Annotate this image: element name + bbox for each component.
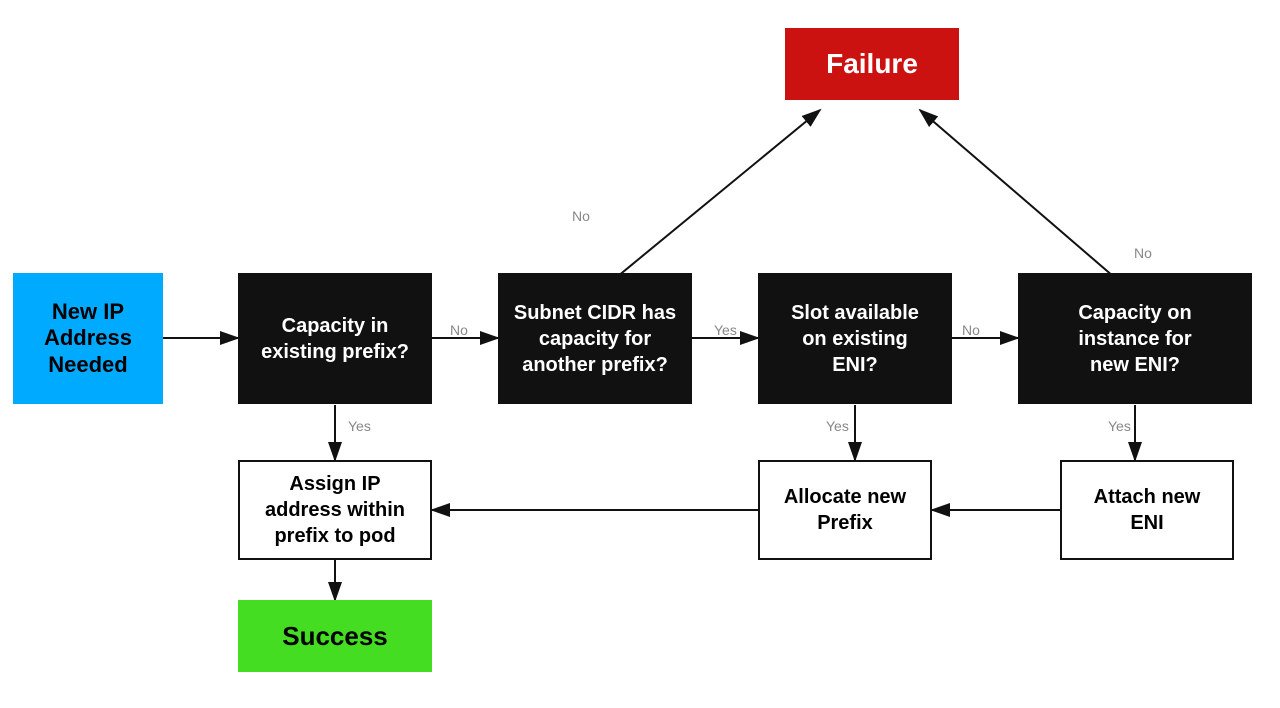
success-node: Success [238,600,432,672]
no-label-3: No [962,322,980,338]
capacity-existing-label: Capacity in existing prefix? [261,313,409,365]
assign-ip-node: Assign IP address within prefix to pod [238,460,432,560]
success-label: Success [282,621,388,652]
subnet-cidr-node: Subnet CIDR has capacity for another pre… [498,273,692,404]
new-ip-label: New IP Address Needed [44,299,132,378]
no-label-2: No [572,208,590,224]
no-label-1: No [450,322,468,338]
no-label-4: No [1134,245,1152,261]
flowchart: New IP Address Needed Capacity in existi… [0,0,1280,708]
yes-label-2: Yes [348,418,371,434]
capacity-instance-label: Capacity on instance for new ENI? [1078,300,1191,378]
new-ip-node: New IP Address Needed [13,273,163,404]
capacity-existing-node: Capacity in existing prefix? [238,273,432,404]
attach-eni-label: Attach new ENI [1094,484,1201,536]
failure-label: Failure [826,48,918,80]
slot-available-node: Slot available on existing ENI? [758,273,952,404]
capacity-instance-node: Capacity on instance for new ENI? [1018,273,1252,404]
allocate-prefix-label: Allocate new Prefix [784,484,906,536]
yes-label-1: Yes [714,322,737,338]
failure-node: Failure [785,28,959,100]
attach-eni-node: Attach new ENI [1060,460,1234,560]
assign-ip-label: Assign IP address within prefix to pod [265,471,405,549]
allocate-prefix-node: Allocate new Prefix [758,460,932,560]
yes-label-4: Yes [1108,418,1131,434]
slot-available-label: Slot available on existing ENI? [791,300,919,378]
yes-label-3: Yes [826,418,849,434]
subnet-cidr-label: Subnet CIDR has capacity for another pre… [514,300,676,378]
